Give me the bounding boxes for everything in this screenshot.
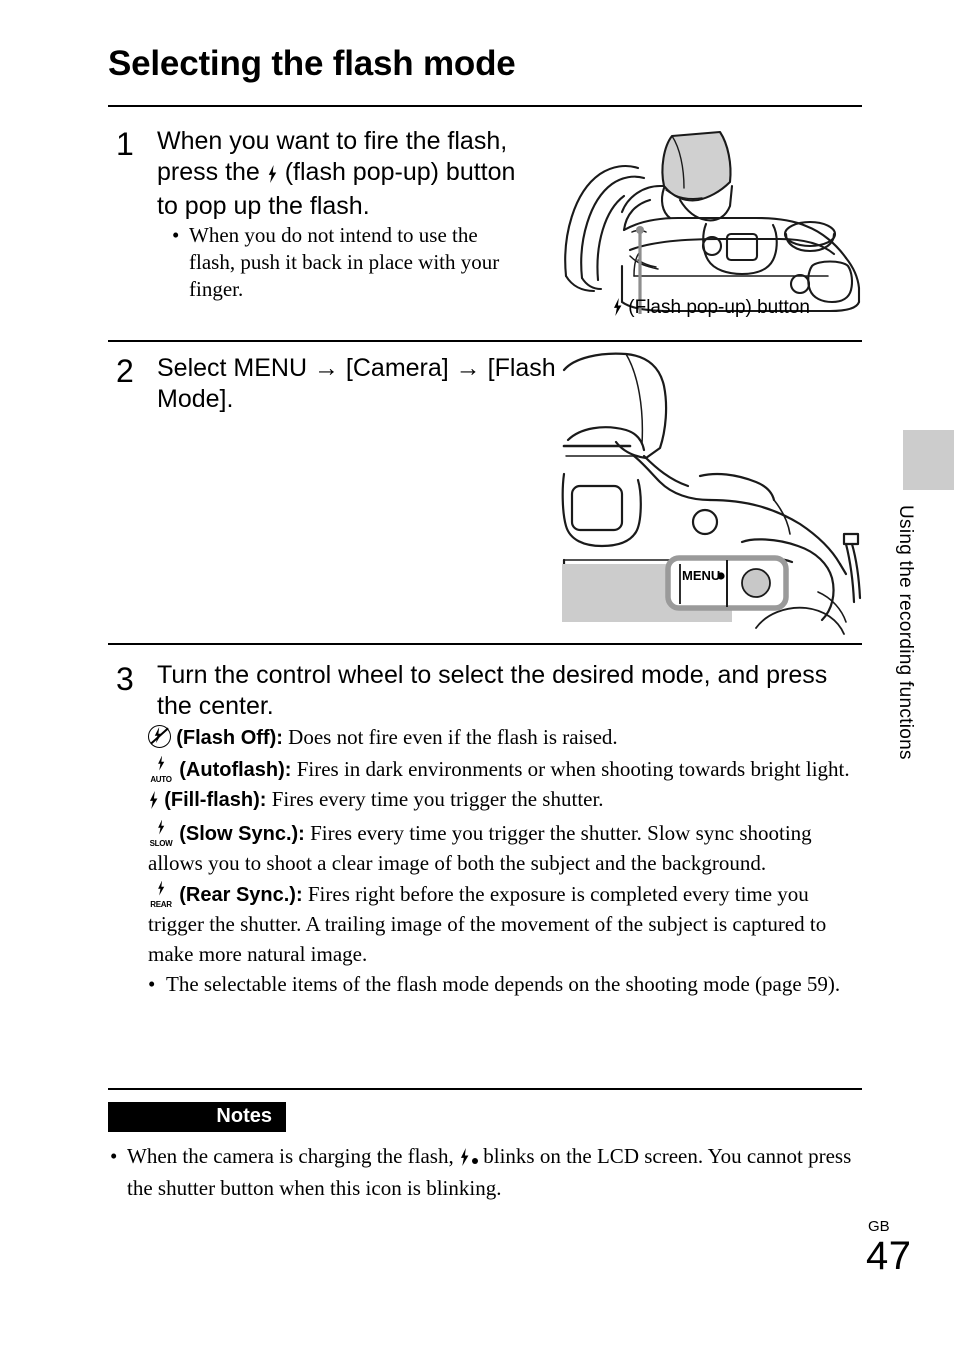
flash-mode-item-off: (Flash Off): Does not fire even if the f…: [148, 723, 862, 754]
mode-description: Fires every time you trigger the shutter…: [266, 787, 604, 811]
step-number-2: 2: [116, 353, 134, 389]
mode-label: (Rear Sync.):: [179, 883, 303, 906]
flash-mode-item-rearsync: REAR (Rear Sync.): Fires right before th…: [148, 879, 862, 970]
step-number-1: 1: [116, 126, 134, 162]
mode-label: (Flash Off):: [176, 727, 283, 749]
manual-page: Selecting the flash mode 1 When you want…: [0, 0, 954, 1345]
divider-rule-top: [108, 105, 862, 107]
divider-rule-step2-step3: [108, 643, 862, 645]
notes-content: When the camera is charging the flash, b…: [108, 1142, 860, 1203]
mode-description: Does not fire even if the flash is raise…: [282, 725, 618, 749]
flash-charging-icon: [459, 1145, 478, 1174]
camera-flash-popup-illustration: [564, 130, 861, 314]
chapter-tab-label: Using the recording functions: [895, 505, 916, 760]
flash-mode-list: (Flash Off): Does not fire even if the f…: [148, 723, 862, 1000]
flash-popup-caption-text: (Flash pop-up) button: [628, 297, 810, 318]
flash-off-icon: [148, 725, 171, 748]
flash-mode-item-fillflash: (Fill-flash): Fires every time you trigg…: [148, 785, 862, 818]
flash-mode-item-autoflash: AUTO (Autoflash): Fires in dark environm…: [148, 754, 862, 786]
flash-auto-icon: AUTO: [148, 754, 174, 784]
notes-heading-bar: Notes: [108, 1102, 286, 1132]
page-number: 47: [866, 1234, 912, 1278]
flash-slow-sync-icon: SLOW: [148, 818, 174, 848]
step-heading-2: Select MENU → [Camera] → [Flash Mode].: [157, 354, 556, 413]
note-text-before-icon: When the camera is charging the flash,: [127, 1144, 459, 1168]
step-number-3: 3: [116, 661, 134, 697]
page-region-label: GB: [868, 1218, 890, 1235]
list-item: When the camera is charging the flash, b…: [108, 1142, 860, 1203]
menu-button-highlight: MENU: [665, 555, 789, 611]
divider-rule-notes: [108, 1088, 862, 1090]
flash-bolt-icon: [267, 160, 278, 191]
step-1-subbullets: When you do not intend to use the flash,…: [172, 222, 522, 303]
step-heading-3: Turn the control wheel to select the des…: [157, 661, 828, 720]
list-item: When you do not intend to use the flash,…: [172, 222, 522, 303]
flash-popup-caption: (Flash pop-up) button: [612, 297, 810, 322]
notes-label: Notes: [216, 1105, 272, 1127]
flash-rear-sync-icon: REAR: [148, 879, 174, 909]
menu-button-label: MENU: [682, 568, 720, 583]
chapter-tab-marker: [903, 430, 954, 490]
flash-fill-icon: [148, 788, 159, 818]
mode-label: (Autoflash):: [179, 758, 292, 781]
mode-label: (Slow Sync.):: [179, 822, 305, 845]
menu-button-dot-icon: [717, 572, 725, 580]
step-heading-1: When you want to fire the flash, press t…: [157, 126, 527, 222]
page-title: Selecting the flash mode: [108, 44, 516, 83]
divider-rule-step1-step2: [108, 340, 862, 342]
camera-menu-button-illustration: MENU: [561, 352, 862, 635]
mode-description: Fires in dark environments or when shoot…: [291, 756, 850, 781]
flash-bolt-icon: [612, 298, 623, 322]
mode-label: (Fill-flash):: [164, 789, 267, 811]
list-item: The selectable items of the flash mode d…: [148, 970, 862, 1000]
flash-mode-item-slowsync: SLOW (Slow Sync.): Fires every time you …: [148, 818, 862, 879]
